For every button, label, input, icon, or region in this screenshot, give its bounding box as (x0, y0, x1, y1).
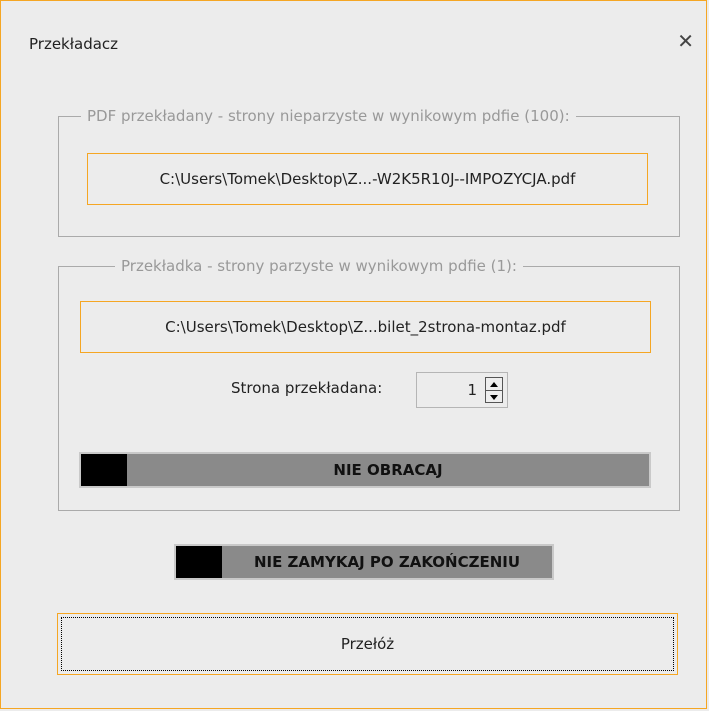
no-close-toggle[interactable]: NIE ZAMYKAJ PO ZAKOŃCZENIU (174, 544, 554, 580)
przeloz-button[interactable]: Przełóż (57, 613, 678, 675)
rotate-toggle-knob (81, 454, 127, 486)
no-close-toggle-label: NIE ZAMYKAJ PO ZAKOŃCZENIU (253, 553, 521, 571)
insert-pdf-file-path: C:\Users\Tomek\Desktop\Z...bilet_2strona… (165, 318, 566, 336)
insert-pdf-file-button[interactable]: C:\Users\Tomek\Desktop\Z...bilet_2strona… (80, 301, 651, 353)
page-number-label: Strona przekładana: (231, 379, 383, 397)
no-close-toggle-knob (176, 546, 222, 578)
page-number-stepper[interactable]: 1 (416, 372, 508, 408)
stepper-up-button[interactable] (486, 378, 502, 390)
source-pdf-group-legend: PDF przekładany - strony nieparzyste w w… (87, 107, 570, 125)
window-title: Przekładacz (29, 35, 119, 53)
source-pdf-file-button[interactable]: C:\Users\Tomek\Desktop\Z...-W2K5R10J--IM… (87, 153, 648, 205)
stepper-buttons (485, 377, 503, 403)
source-pdf-file-path: C:\Users\Tomek\Desktop\Z...-W2K5R10J--IM… (159, 170, 576, 188)
insert-pdf-group-legend: Przekładka - strony parzyste w wynikowym… (121, 257, 517, 275)
przekladacz-window: Przekładacz ✕ PDF przekładany - strony n… (0, 0, 707, 709)
przeloz-button-label: Przełóż (61, 617, 674, 671)
arrow-up-icon (490, 381, 498, 387)
stepper-down-button[interactable] (486, 390, 502, 403)
rotate-toggle-label: NIE OBRACAJ (333, 461, 443, 479)
close-icon[interactable]: ✕ (677, 31, 694, 51)
page-number-value[interactable]: 1 (467, 381, 477, 399)
arrow-down-icon (490, 394, 498, 400)
rotate-toggle[interactable]: NIE OBRACAJ (79, 452, 651, 488)
